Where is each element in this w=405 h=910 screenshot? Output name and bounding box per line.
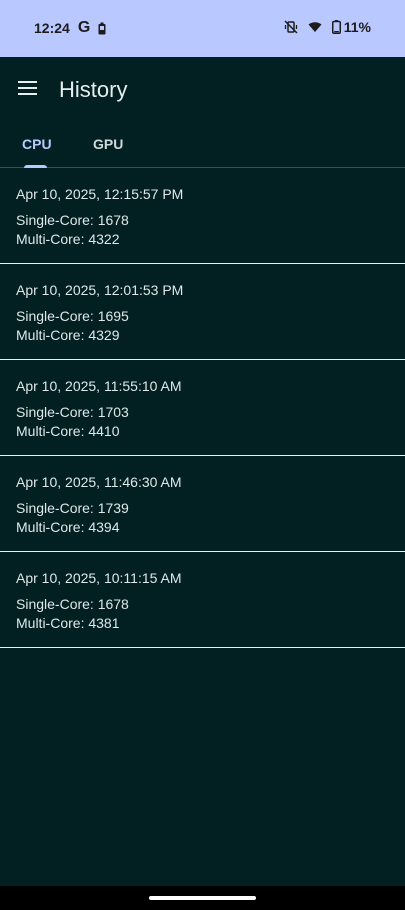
google-icon: G <box>77 19 91 36</box>
item-single-core: Single-Core: 1739 <box>16 500 129 516</box>
list-item[interactable]: Apr 10, 2025, 12:15:57 PM Single-Core: 1… <box>0 168 405 264</box>
item-single-core: Single-Core: 1678 <box>16 596 129 612</box>
wifi-icon <box>308 21 322 33</box>
battery-percent: 11% <box>343 19 371 35</box>
list-item[interactable]: Apr 10, 2025, 11:46:30 AM Single-Core: 1… <box>0 456 405 552</box>
vibrate-off-icon <box>284 20 298 34</box>
item-single-core: Single-Core: 1678 <box>16 212 129 228</box>
screen: 12:24 G 11% History CPU GPU Apr 10, 2025… <box>0 0 405 910</box>
item-multi-core: Multi-Core: 4329 <box>16 327 120 343</box>
battery-small-icon <box>98 22 106 35</box>
item-single-core: Single-Core: 1695 <box>16 308 129 324</box>
status-right: 11% <box>284 19 371 35</box>
page-title: History <box>59 77 128 102</box>
item-date: Apr 10, 2025, 12:15:57 PM <box>16 186 184 202</box>
history-list: Apr 10, 2025, 12:15:57 PM Single-Core: 1… <box>0 168 405 648</box>
status-left: 12:24 G <box>34 19 106 37</box>
tab-cpu[interactable]: CPU <box>22 136 52 152</box>
list-item[interactable]: Apr 10, 2025, 10:11:15 AM Single-Core: 1… <box>0 552 405 648</box>
app-bar: History <box>0 57 405 123</box>
tab-bar: CPU GPU <box>0 123 405 168</box>
item-date: Apr 10, 2025, 11:46:30 AM <box>16 474 182 490</box>
item-multi-core: Multi-Core: 4381 <box>16 615 120 631</box>
navigation-bar <box>0 886 405 910</box>
battery-icon: 11% <box>331 19 371 35</box>
item-date: Apr 10, 2025, 10:11:15 AM <box>16 570 182 586</box>
tab-gpu[interactable]: GPU <box>93 136 123 152</box>
menu-icon[interactable] <box>16 76 40 100</box>
item-multi-core: Multi-Core: 4322 <box>16 231 120 247</box>
list-item[interactable]: Apr 10, 2025, 12:01:53 PM Single-Core: 1… <box>0 264 405 360</box>
item-single-core: Single-Core: 1703 <box>16 404 129 420</box>
home-indicator[interactable] <box>149 896 256 900</box>
status-bar: 12:24 G 11% <box>0 0 405 57</box>
item-date: Apr 10, 2025, 12:01:53 PM <box>16 282 184 298</box>
item-multi-core: Multi-Core: 4410 <box>16 423 120 439</box>
item-date: Apr 10, 2025, 11:55:10 AM <box>16 378 182 394</box>
list-item[interactable]: Apr 10, 2025, 11:55:10 AM Single-Core: 1… <box>0 360 405 456</box>
item-multi-core: Multi-Core: 4394 <box>16 519 120 535</box>
status-time: 12:24 <box>34 20 70 36</box>
